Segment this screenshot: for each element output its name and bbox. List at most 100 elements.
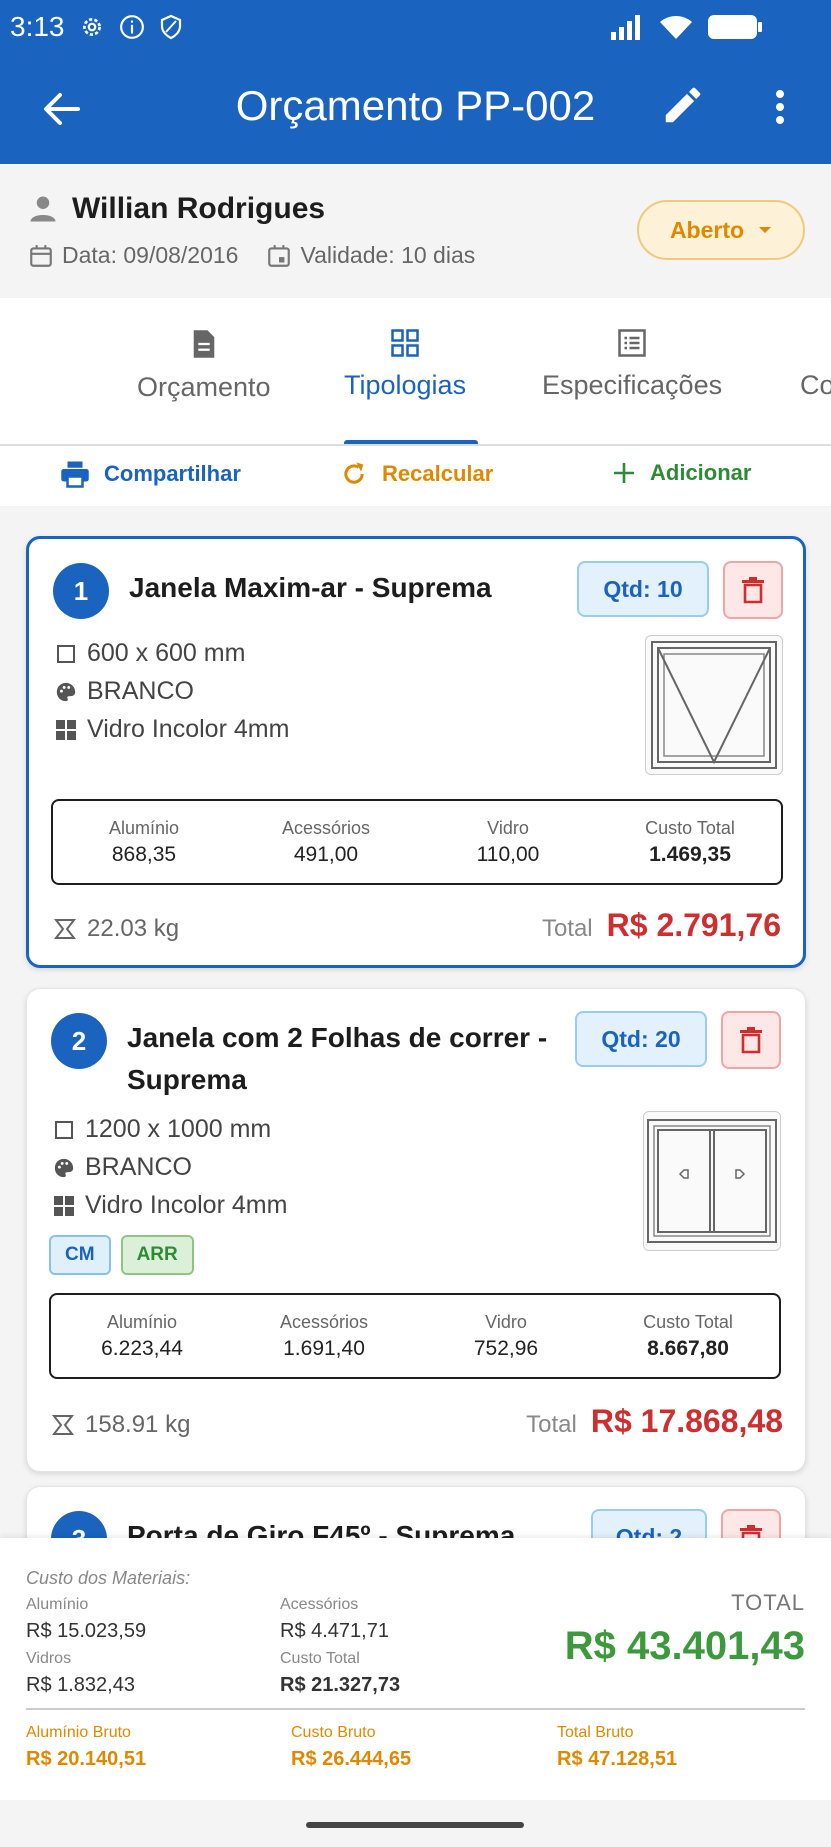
grand-total-value: R$ 43.401,43 xyxy=(564,1624,805,1668)
item-number: 2 xyxy=(51,1013,107,1069)
signal-icon xyxy=(611,15,640,40)
square-icon xyxy=(57,644,75,663)
tab-tipologias[interactable]: Tipologias xyxy=(344,328,466,401)
recalculate-label: Recalcular xyxy=(382,461,494,486)
item-total: Total R$ 2.791,76 xyxy=(542,907,781,944)
maxim-ar-window-drawing xyxy=(651,641,777,769)
item-weight: 22.03 kg xyxy=(53,915,179,943)
grid-icon xyxy=(391,329,419,357)
total-value: R$ 17.868,48 xyxy=(590,1403,783,1439)
tab-label: Especificações xyxy=(542,370,723,400)
color-value: BRANCO xyxy=(85,1153,192,1181)
window-panes-icon xyxy=(54,1195,74,1216)
shield-icon xyxy=(160,14,181,40)
cost-acessorios: Acessórios 1.691,40 xyxy=(279,1311,369,1360)
status-dropdown[interactable]: Aberto xyxy=(637,200,805,260)
item-color: BRANCO xyxy=(55,677,194,706)
item-size: 1200 x 1000 mm xyxy=(53,1115,271,1144)
size-value: 1200 x 1000 mm xyxy=(85,1115,272,1143)
more-options-button[interactable] xyxy=(760,82,800,132)
cost-total: Custo Total 1.469,35 xyxy=(645,817,735,866)
vidros-value: R$ 1.832,43 xyxy=(26,1674,135,1696)
status-label: Aberto xyxy=(669,216,745,243)
aluminio-bruto-label: Alumínio Bruto xyxy=(26,1724,131,1741)
app-bar: 3:13 Orçamento PP-002 xyxy=(0,0,831,164)
typology-card[interactable]: 2 Janela com 2 Folhas de correr - Suprem… xyxy=(26,988,806,1472)
action-bar: Compartilhar Recalcular Adicionar xyxy=(0,446,831,506)
cost-vidro: Vidro 110,00 xyxy=(476,817,540,866)
grand-total-label: TOTAL xyxy=(731,1590,805,1615)
status-bar: 3:13 xyxy=(0,0,831,54)
item-tags: CM ARR xyxy=(49,1235,194,1275)
acessorios-label: Acessórios xyxy=(280,1596,359,1613)
item-title: Janela com 2 Folhas de correr - Suprema xyxy=(127,1022,548,1095)
item-glass: Vidro Incolor 4mm xyxy=(53,1191,287,1220)
glass-value: Vidro Incolor 4mm xyxy=(87,715,290,743)
plus-icon xyxy=(614,463,634,483)
cost-aluminio: Alumínio 868,35 xyxy=(108,817,180,866)
item-total: Total R$ 17.868,48 xyxy=(526,1403,783,1440)
typology-card[interactable]: 1 Janela Maxim-ar - Suprema Qtd: 10 600 … xyxy=(26,536,806,968)
tab-orcamento[interactable]: Orçamento xyxy=(137,328,271,403)
system-nav-bar xyxy=(0,1800,831,1847)
weight-value: 158.91 kg xyxy=(85,1411,191,1438)
edit-button[interactable] xyxy=(660,82,710,132)
tab-label: Co xyxy=(800,370,831,400)
trash-icon xyxy=(742,577,764,604)
quantity-chip[interactable]: Qtd: 2 xyxy=(591,1509,707,1538)
item-weight: 158.91 kg xyxy=(51,1411,190,1439)
tab-more[interactable]: Co xyxy=(800,370,831,401)
total-bruto-label: Total Bruto xyxy=(557,1724,634,1741)
divider xyxy=(26,1708,805,1710)
total-label: Total xyxy=(526,1411,577,1438)
more-vert-icon xyxy=(776,90,784,124)
tag-arr: ARR xyxy=(120,1235,194,1275)
vidros-label: Vidros xyxy=(26,1650,72,1667)
weight-icon xyxy=(51,1415,75,1435)
delete-button[interactable] xyxy=(723,561,783,619)
acessorios-value: R$ 4.471,71 xyxy=(280,1620,389,1642)
cost-breakdown: Alumínio 6.223,44 Acessórios 1.691,40 Vidr… xyxy=(49,1293,781,1379)
caret-down-icon xyxy=(759,227,772,233)
quantity-chip[interactable]: Qtd: 10 xyxy=(577,561,709,617)
quantity-chip[interactable]: Qtd: 20 xyxy=(575,1011,707,1067)
item-glass: Vidro Incolor 4mm xyxy=(55,715,289,744)
client-name: Willian Rodrigues xyxy=(72,192,326,225)
add-button[interactable]: Adicionar xyxy=(612,460,751,486)
custo-bruto-value: R$ 26.444,65 xyxy=(291,1748,412,1770)
home-gesture-handle[interactable] xyxy=(306,1822,524,1828)
summary-caption: Custo dos Materiais: xyxy=(26,1568,191,1588)
battery-icon xyxy=(708,15,762,39)
share-button[interactable]: Compartilhar xyxy=(60,460,241,488)
cost-aluminio: Alumínio 6.223,44 xyxy=(101,1311,183,1360)
pencil-icon xyxy=(665,87,701,123)
status-time: 3:13 xyxy=(10,11,65,42)
refresh-icon xyxy=(344,462,364,484)
delete-button[interactable] xyxy=(721,1509,781,1538)
share-label: Compartilhar xyxy=(104,461,241,486)
custo-bruto-label: Custo Bruto xyxy=(291,1724,376,1741)
trash-icon xyxy=(740,1525,762,1538)
tab-bar: Orçamento Tipologias Especificações Co xyxy=(0,298,831,446)
typology-thumbnail xyxy=(645,635,783,775)
custo-total-value: R$ 21.327,73 xyxy=(280,1674,401,1696)
delete-button[interactable] xyxy=(721,1011,781,1069)
client-info: Willian Rodrigues Data: 09/08/2016 Valid… xyxy=(0,164,831,298)
item-color: BRANCO xyxy=(53,1153,192,1182)
calendar-icon xyxy=(30,244,52,267)
settings-icon xyxy=(82,18,101,36)
cost-vidro: Vidro 752,96 xyxy=(473,1311,539,1360)
color-value: BRANCO xyxy=(87,677,194,705)
typology-card[interactable]: 3 Porta de Giro F45º - Suprema Qtd: 2 xyxy=(26,1486,806,1538)
recalculate-button[interactable]: Recalcular xyxy=(340,460,493,488)
sliding-window-drawing xyxy=(647,1119,777,1243)
event-icon xyxy=(268,244,291,267)
print-icon xyxy=(61,461,89,488)
aluminio-value: R$ 15.023,59 xyxy=(26,1620,147,1642)
total-bruto-value: R$ 47.128,51 xyxy=(557,1748,678,1770)
aluminio-label: Alumínio xyxy=(26,1596,89,1613)
glass-value: Vidro Incolor 4mm xyxy=(85,1191,288,1219)
tab-especificacoes[interactable]: Especificações xyxy=(542,328,722,401)
window-panes-icon xyxy=(56,719,76,740)
tag-cm: CM xyxy=(49,1235,111,1275)
